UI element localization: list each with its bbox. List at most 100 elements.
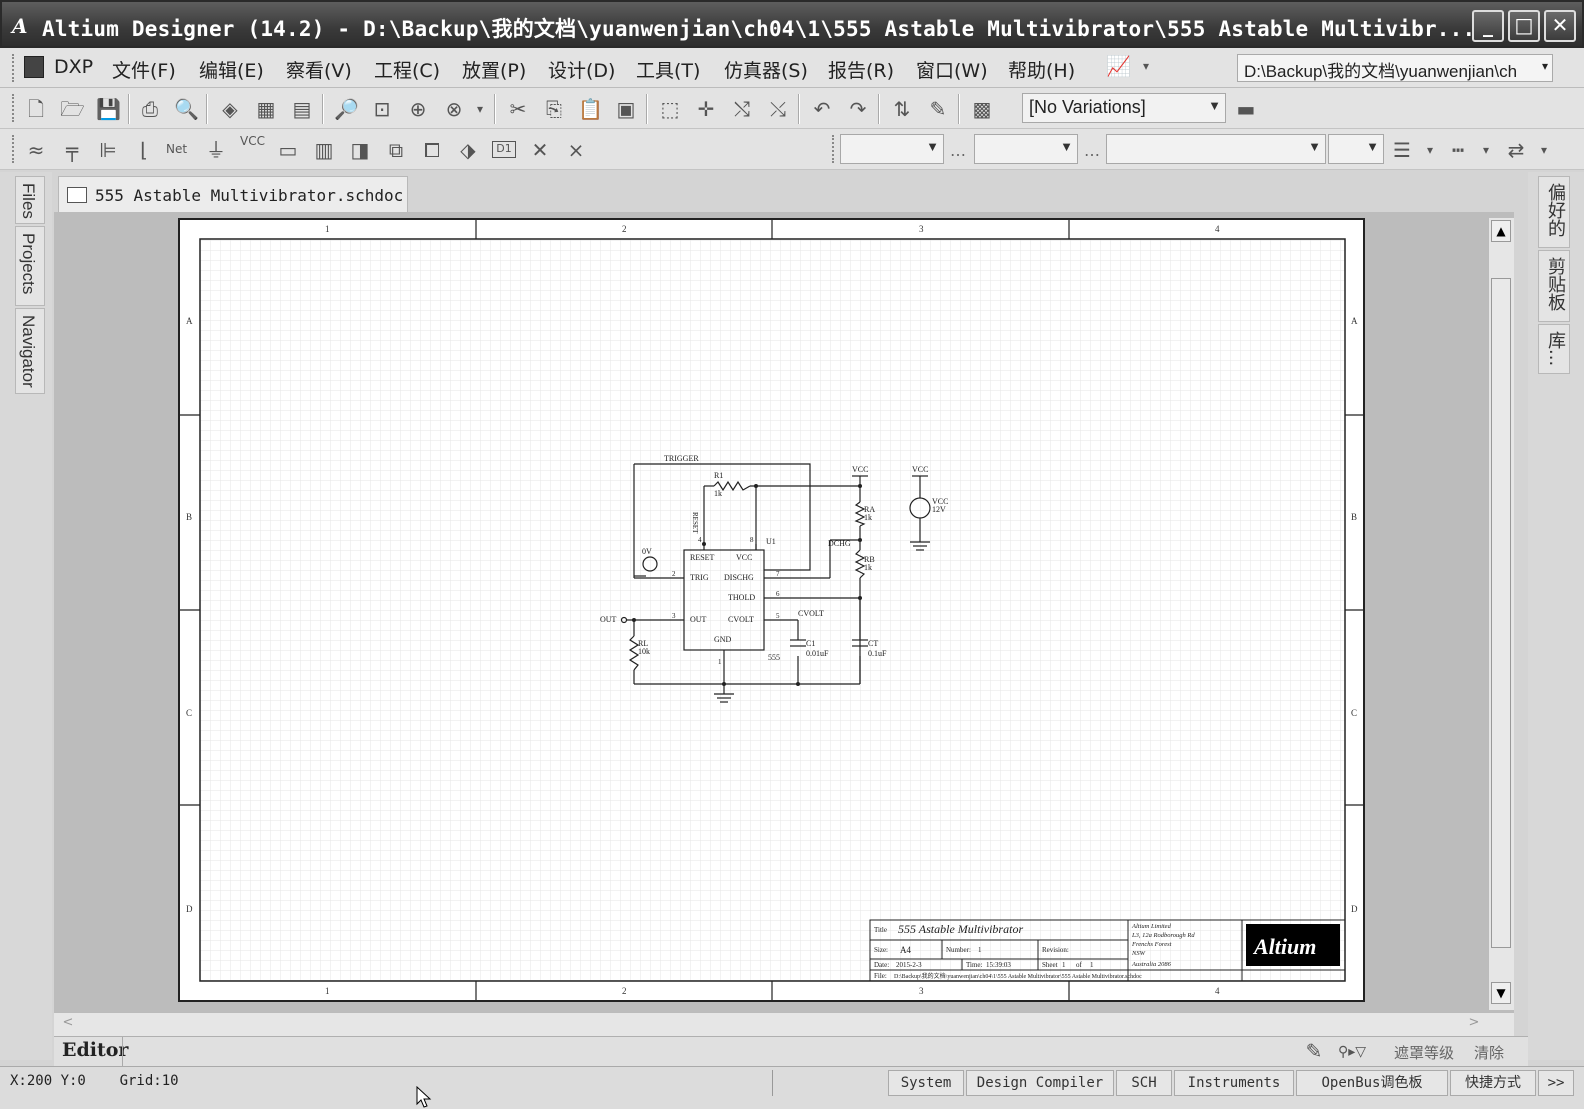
bus-icon[interactable]: ╤ bbox=[60, 138, 84, 162]
harness-entry-icon[interactable]: ⬗ bbox=[456, 138, 480, 162]
net-label-icon[interactable]: Net bbox=[166, 142, 187, 156]
variations-combo[interactable]: [No Variations] ▼ bbox=[1022, 93, 1226, 123]
panel-button-openbus[interactable]: OpenBus调色板 bbox=[1296, 1070, 1448, 1096]
zoom-filter-icon[interactable]: ⊗ bbox=[442, 97, 466, 121]
new-file-icon[interactable]: 🗋 bbox=[24, 97, 48, 121]
style-combo[interactable]: ▼ bbox=[1106, 134, 1326, 164]
sheet-symbol-icon[interactable]: ▥ bbox=[312, 138, 336, 162]
menu-project[interactable]: 工程(C) bbox=[374, 56, 440, 83]
pencil-icon[interactable]: ✎ bbox=[1302, 1039, 1326, 1063]
gnd-port-icon[interactable]: ⏚ bbox=[204, 138, 228, 162]
schematic-sheet[interactable]: 1 2 3 4 1 2 3 4 A B C D A B C D TRIGGER … bbox=[178, 218, 1365, 1002]
width-combo[interactable]: ▼ bbox=[1328, 134, 1384, 164]
open-folder-icon[interactable]: 🗁 bbox=[60, 97, 85, 121]
harness-connector-icon[interactable]: ⧠ bbox=[420, 138, 444, 162]
cut-icon[interactable]: ✂ bbox=[506, 97, 530, 121]
hierarchy-icon[interactable]: ⇅ bbox=[890, 97, 914, 121]
chevron-down-icon[interactable]: ▾ bbox=[1418, 138, 1442, 162]
no-erc-icon[interactable]: ✕ bbox=[528, 138, 552, 162]
maximize-icon[interactable]: □ bbox=[1508, 10, 1540, 42]
redo-icon[interactable]: ↷ bbox=[846, 97, 870, 121]
variant-manager-icon[interactable]: ▬ bbox=[1234, 97, 1258, 121]
filter-icon[interactable]: ⚲▸▽ bbox=[1338, 1040, 1366, 1064]
part-icon[interactable]: ▭ bbox=[276, 138, 300, 162]
no-connect-icon[interactable]: ⨯ bbox=[564, 138, 588, 162]
swap-icon[interactable]: ⇄ bbox=[1504, 138, 1528, 162]
vertical-scroll-thumb[interactable] bbox=[1491, 278, 1511, 948]
copy-icon[interactable]: ⎘ bbox=[542, 97, 566, 121]
more-icon[interactable]: … bbox=[950, 141, 966, 160]
menu-view[interactable]: 察看(V) bbox=[286, 56, 352, 83]
menu-dxp[interactable]: DXP bbox=[54, 56, 93, 78]
print-preview-icon[interactable]: 🔍 bbox=[174, 97, 199, 121]
vertical-scrollbar[interactable]: ▲ ▼ bbox=[1488, 218, 1514, 1010]
device-icon[interactable]: ▦ bbox=[254, 97, 278, 121]
close-icon[interactable]: ✕ bbox=[1544, 10, 1576, 42]
schematic-editor[interactable]: 1 2 3 4 1 2 3 4 A B C D A B C D TRIGGER … bbox=[54, 212, 1514, 1012]
chevron-down-icon[interactable]: ▾ bbox=[1474, 138, 1498, 162]
font-combo[interactable]: ▼ bbox=[840, 134, 944, 164]
mask-level-button[interactable]: 遮罩等级 bbox=[1394, 1042, 1454, 1063]
tab-files[interactable]: Files bbox=[15, 176, 45, 224]
browse-library-icon[interactable]: ▩ bbox=[970, 97, 994, 121]
document-tab[interactable]: 555 Astable Multivibrator.schdoc bbox=[58, 176, 408, 212]
align-icon[interactable]: ☰ bbox=[1390, 138, 1414, 162]
panel-button-shortcuts[interactable]: 快捷方式 bbox=[1450, 1070, 1536, 1096]
line-style-icon[interactable]: ┅ bbox=[1446, 138, 1470, 162]
horizontal-scrollbar[interactable]: < > bbox=[54, 1012, 1514, 1036]
tab-favorites[interactable]: 偏好的 bbox=[1538, 176, 1570, 248]
toolbar-grip[interactable] bbox=[12, 135, 16, 163]
menu-help[interactable]: 帮助(H) bbox=[1008, 56, 1075, 83]
device-sheet-icon[interactable]: ⧉ bbox=[384, 138, 408, 162]
vcc-power-port-icon[interactable]: VCC bbox=[240, 134, 265, 148]
clear-filter-icon[interactable]: ⤯ bbox=[766, 97, 790, 121]
minimize-icon[interactable]: _ bbox=[1472, 10, 1504, 42]
menu-edit[interactable]: 编辑(E) bbox=[199, 56, 264, 83]
tab-projects[interactable]: Projects bbox=[15, 226, 45, 306]
wire-icon[interactable]: ≈ bbox=[24, 138, 48, 162]
panel-button-design-compiler[interactable]: Design Compiler bbox=[966, 1070, 1114, 1096]
size-combo[interactable]: ▼ bbox=[974, 134, 1078, 164]
panel-button-instruments[interactable]: Instruments bbox=[1174, 1070, 1294, 1096]
panel-button-sch[interactable]: SCH bbox=[1116, 1070, 1172, 1096]
port-icon[interactable]: D1 bbox=[492, 141, 516, 158]
menu-simulator[interactable]: 仿真器(S) bbox=[724, 56, 808, 83]
zoom-fit-icon[interactable]: 🔎 bbox=[334, 97, 359, 121]
print-icon[interactable]: ⎙ bbox=[138, 97, 162, 121]
scroll-down-icon[interactable]: ▼ bbox=[1491, 982, 1511, 1004]
tab-libraries[interactable]: 库... bbox=[1538, 324, 1570, 374]
chevron-down-icon[interactable]: ▾ bbox=[468, 97, 492, 121]
signal-harness-icon[interactable]: ⊫ bbox=[96, 138, 120, 162]
deselect-icon[interactable]: ⤭ bbox=[730, 97, 754, 121]
toolbar-grip[interactable] bbox=[12, 94, 16, 122]
save-icon[interactable]: 💾 bbox=[96, 97, 121, 121]
move-icon[interactable]: ✛ bbox=[694, 97, 718, 121]
chevron-down-icon[interactable]: ▾ bbox=[1134, 54, 1158, 78]
menu-file[interactable]: 文件(F) bbox=[112, 56, 176, 83]
chart-icon[interactable]: 📈 bbox=[1106, 54, 1131, 78]
menu-place[interactable]: 放置(P) bbox=[462, 56, 526, 83]
menu-window[interactable]: 窗口(W) bbox=[916, 56, 988, 83]
menu-reports[interactable]: 报告(R) bbox=[828, 56, 894, 83]
more-icon[interactable]: … bbox=[1084, 141, 1100, 160]
panel-button-system[interactable]: System bbox=[888, 1070, 964, 1096]
menu-design[interactable]: 设计(D) bbox=[548, 56, 615, 83]
zoom-selected-icon[interactable]: ⊕ bbox=[406, 97, 430, 121]
scroll-left-icon[interactable]: < bbox=[58, 1015, 78, 1033]
dxp-icon[interactable] bbox=[24, 56, 44, 78]
chevron-down-icon[interactable]: ▾ bbox=[1532, 138, 1556, 162]
tab-clipboard[interactable]: 剪贴板 bbox=[1538, 250, 1570, 322]
sheet-entry-icon[interactable]: ◨ bbox=[348, 138, 372, 162]
select-area-icon[interactable]: ⬚ bbox=[658, 97, 682, 121]
paste-icon[interactable]: 📋 bbox=[578, 97, 603, 121]
clear-button[interactable]: 清除 bbox=[1474, 1042, 1504, 1063]
project-path-combo[interactable]: D:\Backup\我的文档\yuanwenjian\ch ▾ bbox=[1237, 54, 1553, 82]
cross-probe-icon[interactable]: ✎ bbox=[926, 97, 950, 121]
zoom-area-icon[interactable]: ⊡ bbox=[370, 97, 394, 121]
sheet-icon[interactable]: ▤ bbox=[290, 97, 314, 121]
toolbar-grip[interactable] bbox=[832, 135, 836, 163]
scroll-right-icon[interactable]: > bbox=[1464, 1015, 1484, 1033]
layers-icon[interactable]: ◈ bbox=[218, 97, 242, 121]
bus-entry-icon[interactable]: ⌊ bbox=[132, 138, 156, 162]
toolbar-grip[interactable] bbox=[12, 54, 16, 82]
